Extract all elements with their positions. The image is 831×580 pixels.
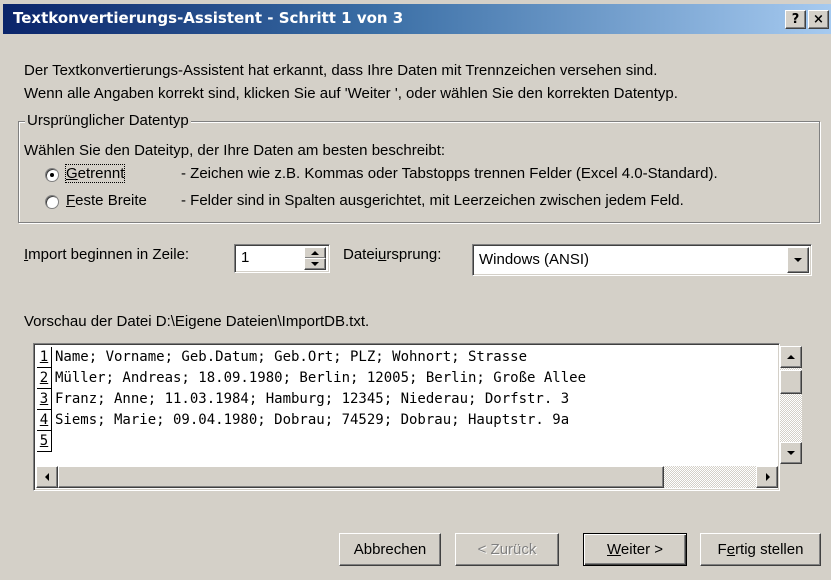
datatype-group-legend: Ursprünglicher Datentyp <box>25 112 191 129</box>
vertical-scroll-thumb[interactable] <box>780 370 802 394</box>
import-start-row-spinbox[interactable]: 1 <box>234 244 330 273</box>
cancel-button[interactable]: Abbrechen <box>339 533 441 566</box>
spin-down-button[interactable] <box>304 258 326 270</box>
file-origin-dropdown[interactable]: Windows (ANSI) <box>472 244 812 276</box>
close-button[interactable]: × <box>808 10 829 29</box>
finish-button[interactable]: Fertig stellen <box>700 533 821 566</box>
radio-fixed-width[interactable] <box>45 195 59 209</box>
radio-fixed-width-description: - Felder sind in Spalten ausgerichtet, m… <box>181 192 684 209</box>
preview-line: 4 Siems; Marie; 09.04.1980; Dobrau; 74529… <box>37 410 586 431</box>
radio-delimited-description: - Zeichen wie z.B. Kommas oder Tabstopps… <box>181 165 718 182</box>
intro-line-2: Wenn alle Angaben korrekt sind, klicken … <box>24 85 678 102</box>
line-number: 2 <box>37 368 52 389</box>
radio-fixed-width-label[interactable]: Feste Breite <box>66 192 147 209</box>
line-text: Franz; Anne; 11.03.1984; Hamburg; 12345;… <box>55 391 570 407</box>
scroll-right-button[interactable] <box>756 466 778 488</box>
line-number: 4 <box>37 410 52 431</box>
file-origin-value: Windows (ANSI) <box>479 251 590 268</box>
line-text: Siems; Marie; 09.04.1980; Dobrau; 74529;… <box>55 412 570 428</box>
line-text: Müller; Andreas; 18.09.1980; Berlin; 120… <box>55 370 587 386</box>
radio-delimited-label[interactable]: Getrennt <box>64 164 126 183</box>
next-button[interactable]: Weiter > <box>583 533 687 566</box>
line-number: 5 <box>37 431 52 452</box>
file-preview-box[interactable]: 1 Name; Vorname; Geb.Datum; Geb.Ort; PLZ;… <box>33 343 802 491</box>
preview-line: 1 Name; Vorname; Geb.Datum; Geb.Ort; PLZ;… <box>37 347 586 368</box>
text-import-wizard-dialog: Textkonvertierungs-Assistent - Schritt 1… <box>0 0 831 580</box>
back-button[interactable]: < Zurück <box>455 533 559 566</box>
arrow-down-icon <box>787 451 795 455</box>
scroll-down-button[interactable] <box>780 442 802 464</box>
window-title: Textkonvertierungs-Assistent - Schritt 1… <box>13 9 404 27</box>
preview-line: 3 Franz; Anne; 11.03.1984; Hamburg; 12345… <box>37 389 586 410</box>
help-button[interactable]: ? <box>785 10 806 29</box>
radio-delimited[interactable] <box>45 168 59 182</box>
title-bar[interactable]: Textkonvertierungs-Assistent - Schritt 1… <box>3 4 831 34</box>
preview-label: Vorschau der Datei D:\Eigene Dateien\Imp… <box>24 313 370 330</box>
dropdown-button[interactable] <box>787 247 809 273</box>
preview-line: 5 <box>37 431 586 452</box>
datatype-prompt: Wählen Sie den Dateityp, der Ihre Daten … <box>24 142 446 159</box>
line-number: 1 <box>37 347 52 368</box>
preview-line: 2 Müller; Andreas; 18.09.1980; Berlin; 12… <box>37 368 586 389</box>
horizontal-scroll-thumb[interactable] <box>58 466 664 488</box>
scroll-left-button[interactable] <box>36 466 58 488</box>
import-start-row-value: 1 <box>241 249 250 266</box>
radio-selected-dot <box>50 173 54 177</box>
spin-down-icon <box>311 262 319 266</box>
arrow-left-icon <box>45 473 49 481</box>
intro-line-1: Der Textkonvertierungs-Assistent hat erk… <box>24 62 658 79</box>
scroll-up-button[interactable] <box>780 346 802 368</box>
arrow-up-icon <box>787 355 795 359</box>
arrow-right-icon <box>766 473 770 481</box>
import-start-label: Import beginnen in Zeile: <box>24 246 190 263</box>
chevron-down-icon <box>794 258 802 262</box>
preview-lines: 1 Name; Vorname; Geb.Datum; Geb.Ort; PLZ;… <box>37 347 586 452</box>
line-text: Name; Vorname; Geb.Datum; Geb.Ort; PLZ; … <box>55 349 528 365</box>
file-origin-label: Dateiursprung: <box>343 246 442 263</box>
line-number: 3 <box>37 389 52 410</box>
spin-up-icon <box>311 251 319 255</box>
